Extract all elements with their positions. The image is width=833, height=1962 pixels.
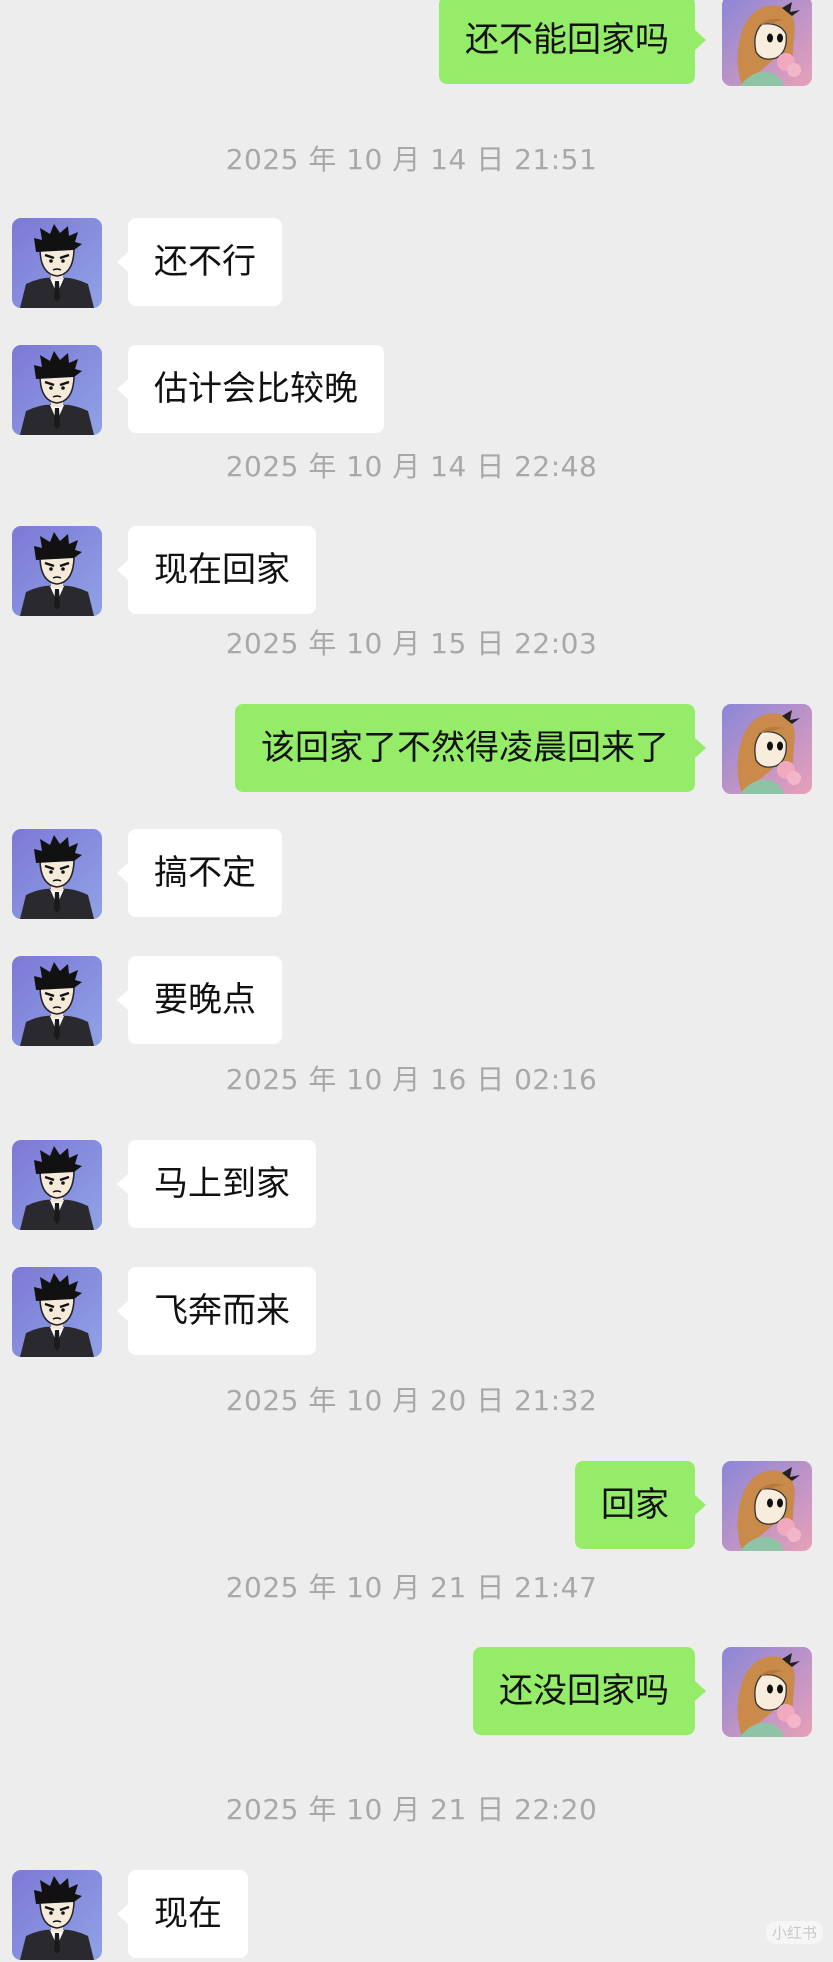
contact-avatar[interactable] xyxy=(12,1870,102,1960)
message-text: 飞奔而来 xyxy=(154,1291,290,1331)
my-avatar[interactable] xyxy=(722,1461,812,1551)
man-in-suit-cartoon-avatar-icon xyxy=(12,218,102,308)
my-avatar[interactable] xyxy=(722,1647,812,1737)
timestamp: 2025 年 10 月 16 日 02:16 xyxy=(225,1063,598,1096)
incoming-message-bubble[interactable]: 要晚点 xyxy=(117,956,282,1044)
message-text: 还不行 xyxy=(154,242,256,282)
incoming-message-bubble[interactable]: 搞不定 xyxy=(117,829,282,917)
contact-avatar[interactable] xyxy=(12,345,102,435)
message-text: 现在 xyxy=(154,1894,222,1934)
girl-cartoon-avatar-icon xyxy=(722,704,812,794)
message-text: 还不能回家吗 xyxy=(465,20,669,60)
man-in-suit-cartoon-avatar-icon xyxy=(12,1140,102,1230)
message-text: 要晚点 xyxy=(154,980,256,1020)
man-in-suit-cartoon-avatar-icon xyxy=(12,1870,102,1960)
contact-avatar[interactable] xyxy=(12,956,102,1046)
outgoing-message-bubble[interactable]: 还不能回家吗 xyxy=(439,0,706,84)
incoming-message-bubble[interactable]: 现在回家 xyxy=(117,526,316,614)
timestamp: 2025 年 10 月 20 日 21:32 xyxy=(225,1384,598,1417)
message-text: 马上到家 xyxy=(154,1164,290,1204)
outgoing-message-bubble[interactable]: 还没回家吗 xyxy=(473,1647,706,1735)
message-text: 还没回家吗 xyxy=(499,1671,669,1711)
man-in-suit-cartoon-avatar-icon xyxy=(12,345,102,435)
timestamp: 2025 年 10 月 21 日 22:20 xyxy=(225,1793,598,1826)
message-text: 该回家了不然得凌晨回来了 xyxy=(261,728,669,768)
contact-avatar[interactable] xyxy=(12,829,102,919)
man-in-suit-cartoon-avatar-icon xyxy=(12,829,102,919)
contact-avatar[interactable] xyxy=(12,1140,102,1230)
contact-avatar[interactable] xyxy=(12,1267,102,1357)
message-text: 估计会比较晚 xyxy=(154,369,358,409)
timestamp: 2025 年 10 月 14 日 21:51 xyxy=(225,143,598,176)
girl-cartoon-avatar-icon xyxy=(722,0,812,86)
timestamp: 2025 年 10 月 14 日 22:48 xyxy=(225,450,598,483)
man-in-suit-cartoon-avatar-icon xyxy=(12,1267,102,1357)
message-text: 现在回家 xyxy=(154,550,290,590)
outgoing-message-bubble[interactable]: 回家 xyxy=(575,1461,706,1549)
message-text: 回家 xyxy=(601,1485,669,1525)
outgoing-message-bubble[interactable]: 该回家了不然得凌晨回来了 xyxy=(235,704,706,792)
man-in-suit-cartoon-avatar-icon xyxy=(12,956,102,1046)
message-text: 搞不定 xyxy=(154,853,256,893)
my-avatar[interactable] xyxy=(722,0,812,86)
contact-avatar[interactable] xyxy=(12,218,102,308)
my-avatar[interactable] xyxy=(722,704,812,794)
incoming-message-bubble[interactable]: 飞奔而来 xyxy=(117,1267,316,1355)
timestamp: 2025 年 10 月 21 日 21:47 xyxy=(225,1571,598,1604)
contact-avatar[interactable] xyxy=(12,526,102,616)
incoming-message-bubble[interactable]: 马上到家 xyxy=(117,1140,316,1228)
incoming-message-bubble[interactable]: 估计会比较晚 xyxy=(117,345,384,433)
incoming-message-bubble[interactable]: 还不行 xyxy=(117,218,282,306)
girl-cartoon-avatar-icon xyxy=(722,1461,812,1551)
timestamp: 2025 年 10 月 15 日 22:03 xyxy=(225,627,598,660)
man-in-suit-cartoon-avatar-icon xyxy=(12,526,102,616)
girl-cartoon-avatar-icon xyxy=(722,1647,812,1737)
watermark: 小红书 xyxy=(765,1921,823,1944)
incoming-message-bubble[interactable]: 现在 xyxy=(117,1870,248,1958)
